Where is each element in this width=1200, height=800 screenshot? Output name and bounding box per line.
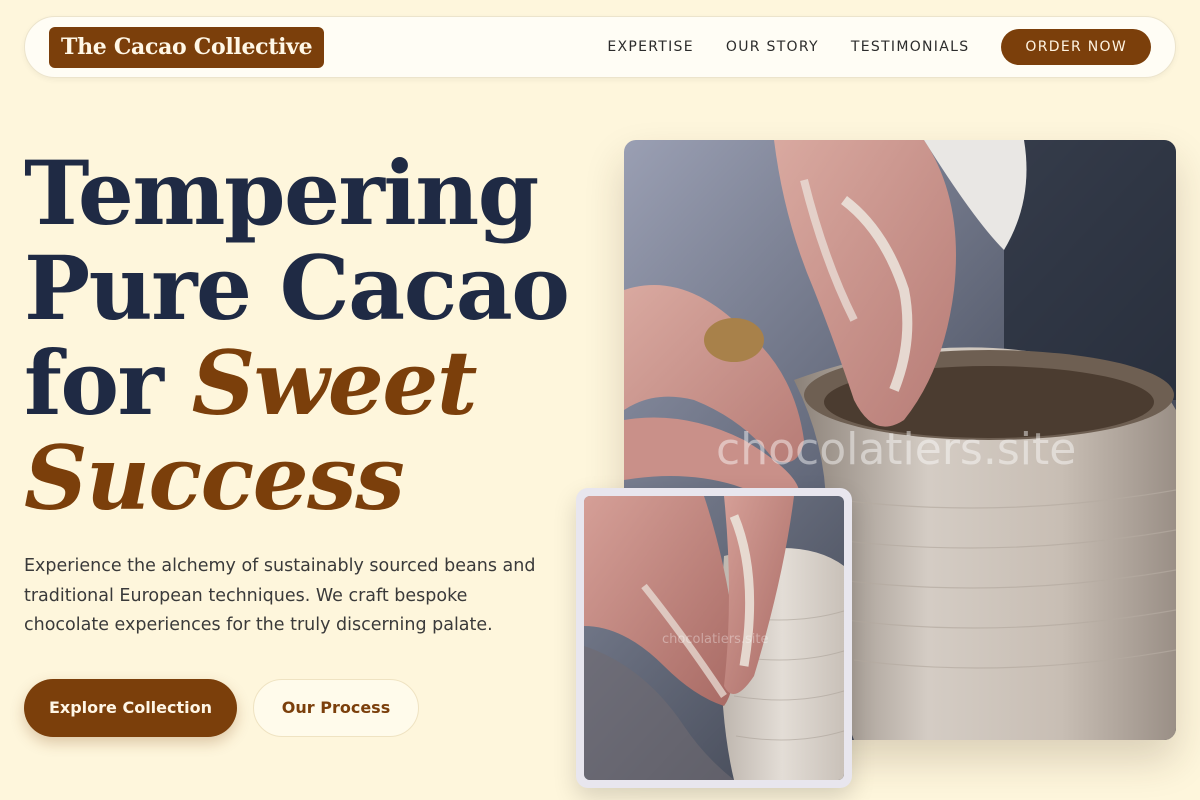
hero-description: Experience the alchemy of sustainably so… [24, 556, 536, 635]
order-now-button[interactable]: Order Now [1001, 29, 1151, 65]
headline-success: Success [24, 426, 405, 530]
nav-link-testimonials[interactable]: Testimonials [851, 39, 970, 55]
nav-links: Expertise Our Story Testimonials Order N… [607, 29, 1151, 65]
explore-collection-button[interactable]: Explore Collection [24, 679, 237, 737]
inset-image-pottery-closeup: chocolatiers.site [584, 496, 844, 780]
our-process-button[interactable]: Our Process [253, 679, 419, 737]
nav-link-our-story[interactable]: Our Story [726, 39, 819, 55]
inset-image-watermark: chocolatiers.site [662, 632, 769, 647]
headline-sweet: Sweet [191, 331, 478, 435]
hero-headline: Tempering Pure Cacao for Sweet Success [24, 146, 604, 526]
nav-link-expertise[interactable]: Expertise [607, 39, 694, 55]
headline-line-2: Pure Cacao [24, 236, 570, 340]
headline-for: for [24, 331, 192, 435]
inset-image-frame: chocolatiers.site [576, 488, 852, 788]
brand-logo[interactable]: The Cacao Collective [49, 27, 325, 68]
headline-line-1: Tempering [24, 141, 539, 245]
top-navigation-bar: The Cacao Collective Expertise Our Story… [24, 16, 1176, 78]
headline-line-3: for Sweet [24, 336, 604, 431]
